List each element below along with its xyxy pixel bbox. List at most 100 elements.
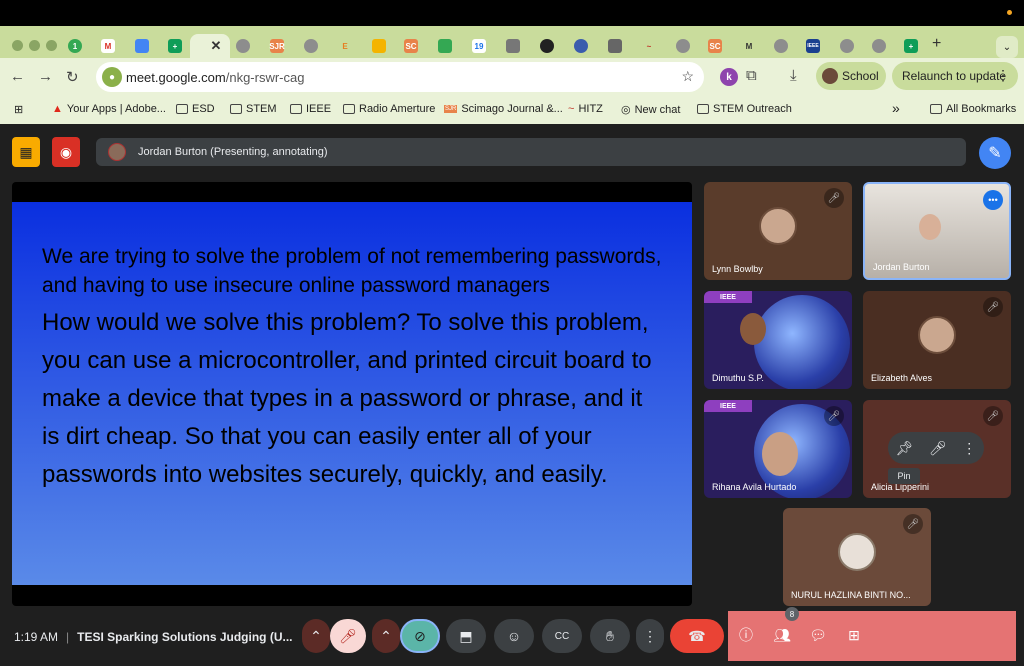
folder-icon [176, 104, 188, 114]
tab-sjr[interactable]: SJR [266, 35, 288, 57]
avatar [759, 207, 797, 245]
forward-icon[interactable]: → [38, 68, 53, 85]
relaunch-label: Relaunch to update [902, 69, 1007, 83]
tab-docs[interactable] [131, 35, 153, 57]
tab-meet[interactable]: ✕ [198, 35, 222, 57]
new-tab-icon[interactable]: + [932, 35, 941, 53]
tab-sc2[interactable]: SC [704, 35, 726, 57]
tab-sheets2[interactable]: + [900, 35, 922, 57]
record-icon[interactable]: ◉ [52, 137, 80, 167]
participant-name: Elizabeth Alves [871, 373, 933, 383]
bookmark-stem[interactable]: STEM [230, 103, 277, 115]
participant-tile[interactable]: 🎤︎ NURUL HAZLINA BINTI NO... [783, 508, 931, 606]
sjr-icon: SJR [444, 105, 458, 113]
more-options-icon[interactable]: ⋮ [636, 619, 664, 653]
bookmark-ieee[interactable]: IEEE [290, 103, 331, 115]
close-tab-icon[interactable]: ✕ [211, 38, 222, 54]
chat-icon[interactable]: 💬︎ [806, 623, 830, 647]
meet-app: ▦ ◉ Jordan Burton (Presenting, annotatin… [0, 124, 1024, 666]
tab-13[interactable] [502, 35, 524, 57]
captions-button[interactable]: CC [542, 619, 582, 653]
meeting-details-icon[interactable]: ⓘ [734, 623, 758, 647]
extensions-icon[interactable]: ⧉ [746, 67, 757, 84]
pin-tooltip: Pin [888, 468, 920, 484]
tab-17[interactable]: ~ [638, 35, 660, 57]
bookmark-star-icon[interactable]: ☆ [681, 68, 694, 85]
tab-5[interactable] [232, 35, 254, 57]
folder-icon [930, 104, 942, 114]
video-options-chevron-icon[interactable]: ⌃ [372, 619, 400, 653]
bookmark-scimago[interactable]: SJR Scimago Journal &... [444, 103, 563, 115]
reactions-button[interactable]: ☺ [494, 619, 534, 653]
leave-call-button[interactable]: ☎︎ [670, 619, 724, 653]
bookmark-adobe[interactable]: ▲ Your Apps | Adobe... [52, 103, 166, 115]
pin-icon[interactable]: 📌︎ [896, 440, 914, 457]
mic-off-icon: 🎤︎ [983, 297, 1003, 317]
adobe-icon: ▲ [52, 103, 63, 115]
present-screen-button[interactable]: ⬒ [446, 619, 486, 653]
more-menu-icon[interactable]: ⋮ [996, 67, 1010, 84]
profile-label: School [842, 69, 879, 83]
minimize-window-button[interactable] [29, 40, 40, 51]
tab-e[interactable]: E [334, 35, 356, 57]
tab-gmail[interactable]: M [97, 35, 119, 57]
close-window-button[interactable] [12, 40, 23, 51]
tab-m[interactable]: M [738, 35, 760, 57]
bookmark-radio[interactable]: Radio Amerture [343, 103, 435, 115]
tab-sheets[interactable]: + [164, 35, 186, 57]
avatar [918, 316, 956, 354]
meeting-info: 1:19 AM | TESI Sparking Solutions Judging … [6, 612, 300, 662]
apps-grid-icon[interactable]: ⊞ [14, 103, 23, 116]
tab-drive[interactable] [434, 35, 456, 57]
tab-search-chevron-icon[interactable]: ⌄ [996, 36, 1018, 58]
captions-off-icon[interactable]: ▦ [12, 137, 40, 167]
tab-21[interactable] [770, 35, 792, 57]
camera-off-button[interactable]: ⊘ [400, 619, 440, 653]
people-icon[interactable]: 👥︎ [770, 623, 794, 647]
tab-openai[interactable] [536, 35, 558, 57]
relaunch-button[interactable]: Relaunch to update ⋮ [892, 62, 1018, 90]
participant-name: Jordan Burton [873, 262, 930, 272]
end-call-icon: ☎︎ [688, 627, 706, 644]
bookmark-esd[interactable]: ESD [176, 103, 215, 115]
maximize-window-button[interactable] [46, 40, 57, 51]
tab-1[interactable]: 1 [64, 35, 86, 57]
raise-hand-button[interactable]: ✋︎ [590, 619, 630, 653]
participant-tile[interactable]: IEEE Dimuthu S.P. [704, 291, 852, 389]
reload-icon[interactable]: ↻ [66, 68, 79, 86]
participant-tile[interactable]: 🎤︎ Elizabeth Alves [863, 291, 1011, 389]
participant-tile[interactable]: 🎤︎ Lynn Bowlby [704, 182, 852, 280]
hitz-icon: ~ [568, 103, 575, 115]
tab-24[interactable] [836, 35, 858, 57]
tab-slides[interactable] [368, 35, 390, 57]
tab-16[interactable] [604, 35, 626, 57]
tab-ieee[interactable]: IEEE [802, 35, 824, 57]
tab-25[interactable] [868, 35, 890, 57]
audio-options-chevron-icon[interactable]: ⌃ [302, 619, 330, 653]
tab-15[interactable] [570, 35, 592, 57]
tab-7[interactable] [300, 35, 322, 57]
tab-18[interactable] [672, 35, 694, 57]
k-extension-icon[interactable]: k [720, 68, 738, 86]
annotate-pen-icon[interactable]: ✎ [979, 137, 1011, 169]
participant-tile[interactable]: IEEE 🎤︎ Rihana Avila Hurtado [704, 400, 852, 498]
bookmark-hitz[interactable]: ~ HITZ [568, 103, 603, 115]
address-bar[interactable]: ● meet.google.com/nkg-rswr-cag ☆ [96, 62, 704, 92]
more-options-icon[interactable]: ⋮ [962, 440, 976, 457]
activities-grid-icon[interactable]: ⊞ [842, 623, 866, 647]
all-bookmarks[interactable]: All Bookmarks [930, 103, 1016, 115]
profile-button[interactable]: School [816, 62, 886, 90]
bookmarks-overflow-icon[interactable]: » [892, 100, 900, 116]
tab-sc[interactable]: SC [400, 35, 422, 57]
download-icon[interactable]: ⤓ [790, 67, 797, 84]
back-icon[interactable]: ← [10, 68, 25, 85]
folder-icon [697, 104, 709, 114]
mic-off-button[interactable]: 🎤︎ [330, 619, 366, 653]
participant-tile-speaking[interactable]: ••• Jordan Burton [863, 182, 1011, 280]
tab-calendar[interactable]: 19 [468, 35, 490, 57]
captions-icon: CC [554, 630, 570, 642]
bookmark-stem-outreach[interactable]: STEM Outreach [697, 103, 792, 115]
bookmark-new-chat[interactable]: ◎ New chat [621, 103, 680, 117]
mute-participant-icon[interactable]: 🎤︎ [929, 440, 947, 457]
folder-icon [343, 104, 355, 114]
